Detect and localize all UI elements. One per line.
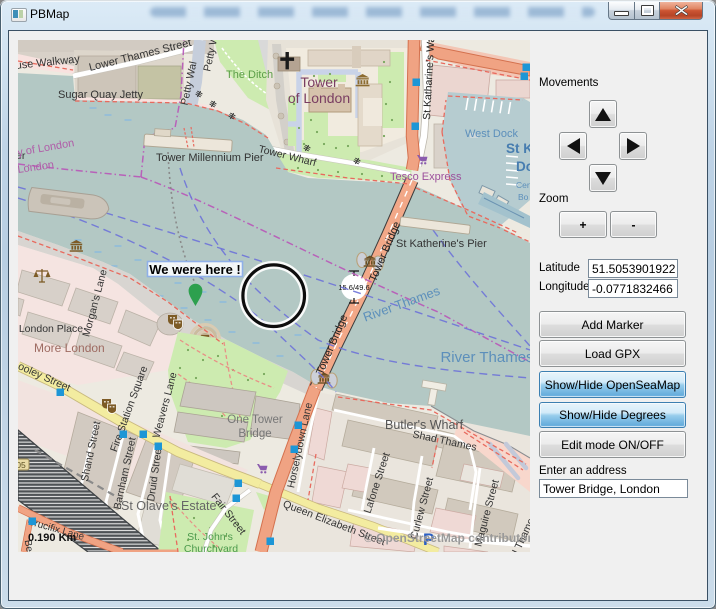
svg-text:Tesco Express: Tesco Express bbox=[390, 171, 462, 183]
svg-text:The Ditch: The Ditch bbox=[226, 69, 273, 81]
svg-text:More London Place: More London Place bbox=[18, 323, 83, 335]
svg-text:Tower Millennium Pier: Tower Millennium Pier bbox=[156, 152, 264, 164]
svg-text:West Dock: West Dock bbox=[465, 128, 518, 140]
svg-text:0.190 Km: 0.190 Km bbox=[28, 532, 77, 544]
svg-text:More London: More London bbox=[34, 341, 105, 355]
svg-text:Churchyard: Churchyard bbox=[184, 543, 238, 552]
svg-text:05: 05 bbox=[18, 460, 26, 470]
svg-text:We were here !: We were here ! bbox=[149, 262, 241, 277]
svg-text:of London: of London bbox=[288, 90, 350, 106]
svg-text:St Ka: St Ka bbox=[506, 141, 530, 156]
svg-text:River Thames: River Thames bbox=[440, 349, 530, 366]
svg-text:Bo: Bo bbox=[518, 192, 529, 202]
svg-text:St Katherine's Pier: St Katherine's Pier bbox=[396, 238, 487, 250]
svg-text:Bridge: Bridge bbox=[238, 428, 271, 440]
svg-text:Sugar Quay Jetty: Sugar Quay Jetty bbox=[58, 89, 143, 101]
svg-text:One Tower: One Tower bbox=[227, 414, 283, 426]
svg-text:© OpenStreetMap contributors: © OpenStreetMap contributors bbox=[364, 531, 530, 545]
svg-text:Cen: Cen bbox=[516, 180, 530, 190]
svg-text:Do: Do bbox=[516, 159, 530, 174]
svg-text:St. John's: St. John's bbox=[187, 531, 233, 543]
svg-text:St Olave's Estate: St Olave's Estate bbox=[121, 499, 217, 513]
svg-text:Tower: Tower bbox=[300, 74, 338, 90]
